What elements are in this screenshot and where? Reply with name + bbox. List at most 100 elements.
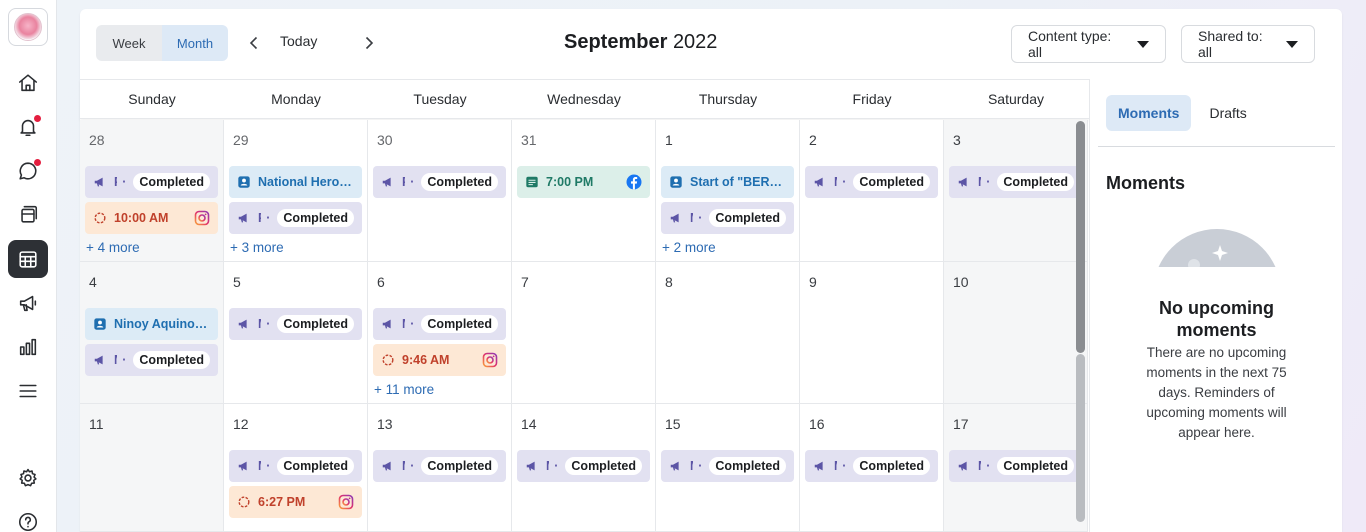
week-view-button[interactable]: Week (96, 25, 162, 61)
message-post-event[interactable]: Mess · Completed (517, 450, 650, 482)
weekday-label: Friday (852, 91, 892, 107)
day-cell[interactable]: 2 Mess · Completed (800, 120, 944, 262)
moment-icon (94, 318, 106, 330)
settings-button[interactable] (8, 459, 48, 497)
day-cell[interactable]: 14 Mess · Completed (512, 404, 656, 532)
day-number: 28 (89, 132, 105, 148)
message-post-event[interactable]: Mess · Completed (949, 450, 1082, 482)
day-number: 13 (377, 416, 393, 432)
day-cell[interactable]: 29 National Heroe… Po… · Completed + 3 more (224, 120, 368, 262)
more-events-link[interactable]: + 4 more (86, 240, 218, 255)
moment-event[interactable]: Start of "BER"… (661, 166, 794, 198)
status-badge: Completed (709, 209, 786, 227)
day-number: 9 (809, 274, 817, 290)
tab-moments[interactable]: Moments (1106, 95, 1192, 131)
moment-event[interactable]: Ninoy Aquino… (85, 308, 218, 340)
separator-dot: · (410, 175, 415, 189)
day-cell[interactable]: 16 Mess · Completed (800, 404, 944, 532)
day-events: Start of "BER"… Mess · Completed (661, 166, 794, 234)
month-view-button[interactable]: Month (162, 25, 228, 61)
event-label: Mess (834, 175, 837, 189)
scheduled-story[interactable]: 9:46 AM (373, 344, 506, 376)
event-label: 10:00 AM (114, 211, 169, 225)
day-cell[interactable]: 12 Mess · Completed 6:27 PM (224, 404, 368, 532)
message-post-event[interactable]: Mess · Completed (661, 202, 794, 234)
day-cell[interactable]: 30 Po… · Completed (368, 120, 512, 262)
message-post-event[interactable]: Po… · Completed (229, 202, 362, 234)
event-label: Mess (978, 175, 981, 189)
message-post-event[interactable]: Mess · Completed (85, 344, 218, 376)
day-cell[interactable]: 13 Mess · Completed (368, 404, 512, 532)
day-cell[interactable]: 31 7:00 PM (512, 120, 656, 262)
shared-to-dropdown[interactable]: Shared to: all (1181, 25, 1315, 63)
message-post-event[interactable]: Mess · Completed (229, 308, 362, 340)
scheduled-post[interactable]: 7:00 PM (517, 166, 650, 198)
page-logo[interactable] (8, 8, 48, 46)
help-icon (18, 512, 38, 532)
instagram-icon (194, 210, 210, 226)
content-button[interactable] (8, 195, 48, 233)
status-badge: Completed (421, 457, 498, 475)
chevron-left-icon (249, 36, 258, 50)
message-post-event[interactable]: Mess · Completed (373, 450, 506, 482)
previous-month-button[interactable] (243, 31, 265, 55)
day-cell[interactable]: 17 Mess · Completed (944, 404, 1088, 532)
insights-icon (19, 338, 37, 356)
weekday-header: Sunday Monday Tuesday Wednesday Thursday… (80, 79, 1089, 119)
content-type-dropdown[interactable]: Content type: all (1011, 25, 1166, 63)
day-cell[interactable]: 10 (944, 262, 1088, 404)
message-post-event[interactable]: Mess · Completed (661, 450, 794, 482)
weekday-label: Tuesday (413, 91, 467, 107)
moment-event[interactable]: National Heroe… (229, 166, 362, 198)
event-label: Mess (690, 459, 693, 473)
day-cell[interactable]: 7 (512, 262, 656, 404)
day-events: Mess · Completed (949, 166, 1082, 198)
message-post-event[interactable]: Mess · Completed (805, 450, 938, 482)
more-events-link[interactable]: + 3 more (230, 240, 362, 255)
message-post-event[interactable]: Po… · Completed (373, 166, 506, 198)
day-cell[interactable]: 4 Ninoy Aquino… Mess · Completed (80, 262, 224, 404)
separator-dot: · (842, 175, 847, 189)
message-post-event[interactable]: Mess · Completed (949, 166, 1082, 198)
day-cell[interactable]: 8 (656, 262, 800, 404)
calendar-card: Week Month Today September 2022 Content … (80, 9, 1342, 532)
day-cell[interactable]: 6 Mess · Completed 9:46 AM + 11 more (368, 262, 512, 404)
megaphone-icon (382, 319, 391, 329)
more-events-link[interactable]: + 11 more (374, 382, 506, 397)
calendar-toolbar: Week Month Today September 2022 Content … (80, 9, 1342, 79)
insights-button[interactable] (8, 328, 48, 366)
home-button[interactable] (8, 64, 48, 102)
month-title: September 2022 (564, 31, 717, 54)
tab-drafts[interactable]: Drafts (1197, 95, 1258, 131)
status-badge: Completed (133, 173, 210, 191)
message-post-event[interactable]: Mess · Completed (373, 308, 506, 340)
message-post-event[interactable]: Mess · Completed (229, 450, 362, 482)
planner-button[interactable] (8, 240, 48, 278)
scheduled-story[interactable]: 6:27 PM (229, 486, 362, 518)
day-cell[interactable]: 28 Po… · Completed 10:00 AM + 4 more (80, 120, 224, 262)
facebook-icon (626, 174, 642, 190)
today-button[interactable]: Today (280, 33, 317, 49)
more-events-link[interactable]: + 2 more (662, 240, 794, 255)
message-post-event[interactable]: Po… · Completed (85, 166, 218, 198)
home-icon (18, 74, 38, 92)
day-cell[interactable]: 11 (80, 404, 224, 532)
day-cell[interactable]: 5 Mess · Completed (224, 262, 368, 404)
next-month-button[interactable] (358, 31, 380, 55)
day-cell[interactable]: 9 (800, 262, 944, 404)
all-tools-button[interactable] (8, 372, 48, 410)
panel-tabs: Moments Drafts (1106, 95, 1259, 131)
help-button[interactable] (8, 503, 48, 532)
scheduled-story[interactable]: 10:00 AM (85, 202, 218, 234)
ads-button[interactable] (8, 284, 48, 322)
day-cell[interactable]: 1 Start of "BER"… Mess · Completed + 2 more (656, 120, 800, 262)
notifications-button[interactable] (8, 108, 48, 146)
weekday-label: Saturday (987, 91, 1045, 107)
messages-button[interactable] (8, 152, 48, 190)
message-post-event[interactable]: Mess · Completed (805, 166, 938, 198)
separator-dot: · (410, 459, 415, 473)
status-badge: Completed (277, 209, 354, 227)
day-cell[interactable]: 3 Mess · Completed (944, 120, 1088, 262)
day-cell[interactable]: 15 Mess · Completed (656, 404, 800, 532)
calendar-scrollbar[interactable] (1076, 121, 1085, 353)
